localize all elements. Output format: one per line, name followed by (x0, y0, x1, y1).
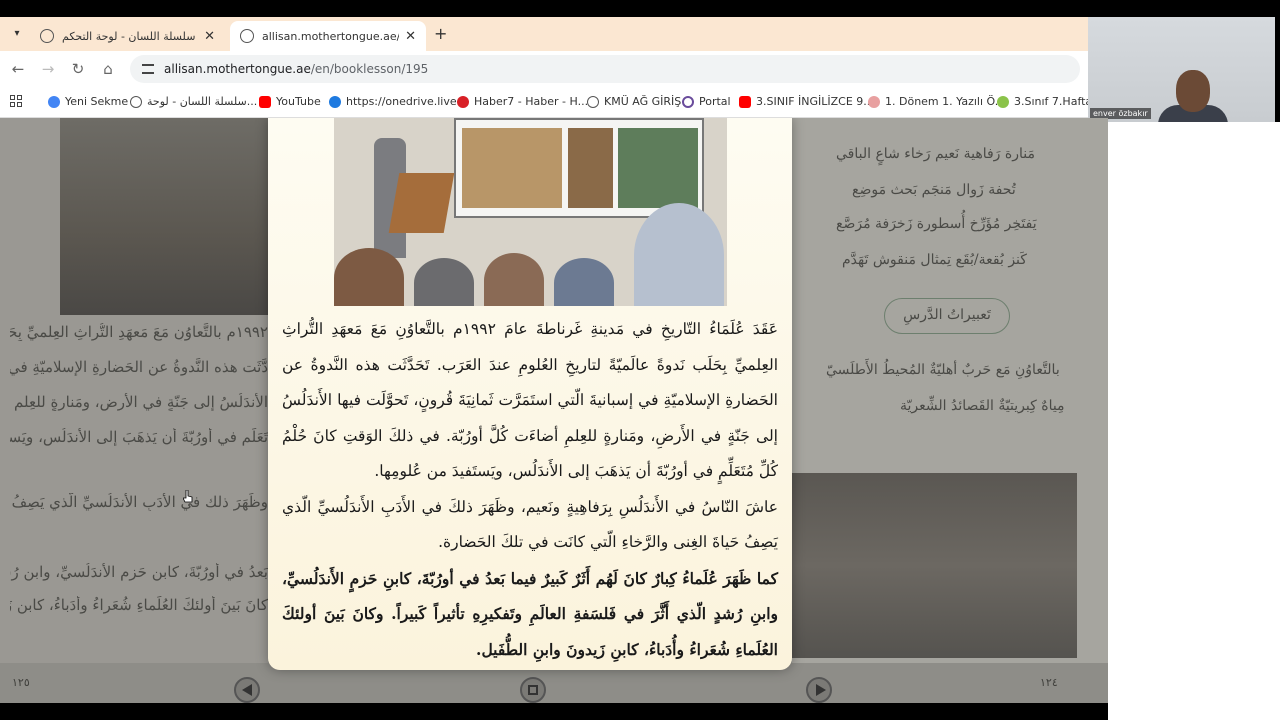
portal-icon (682, 95, 694, 108)
url-host: allisan.mothertongue.ae (164, 62, 311, 76)
bookmark-label: YouTube (276, 95, 321, 108)
vocab-line: يَفتَخِر مُؤَرِّخ أُسطورة زَخرَفة مُرَصَ… (836, 216, 1037, 232)
left-page-line: دَّثَت هذه النَّدوةُ عن الحَضارةِ الإسلا… (10, 358, 268, 376)
bookmark-onedrive[interactable]: https://onedrive.live... (329, 95, 467, 108)
side-blank-area (1108, 122, 1280, 720)
bookmarks-bar: Yeni Sekme سلسلة اللسان - لوحة... YouTub… (0, 87, 1110, 118)
globe-icon (130, 95, 142, 108)
bookmark-label: Yeni Sekme (65, 95, 129, 108)
left-page-line: وظَهَرَ ذلك في الأَدَبِ الأَندَلُسيِّ ال… (10, 493, 268, 511)
bookmark-label: Haber7 - Haber - H... (474, 95, 589, 108)
presenter-head (1176, 70, 1210, 112)
site-info-icon[interactable] (142, 64, 154, 74)
lesson-paragraph: كما ظَهَرَ عُلَماءُ كِبارٌ كانَ لَهُم أَ… (282, 568, 778, 659)
webcam-overlay: enver özbakır (1088, 17, 1275, 122)
google-icon (48, 95, 60, 108)
haber7-icon (457, 95, 469, 108)
lesson-paragraph: عاشَ النّاسُ في الأَندَلُسِ بِرَفاهِيةٍ … (282, 497, 778, 552)
url-path: /en/booklesson/195 (310, 62, 429, 76)
address-bar[interactable]: allisan.mothertongue.ae/en/booklesson/19… (130, 55, 1080, 83)
tab-booklesson[interactable]: allisan.mothertongue.ae/en/bo ✕ (230, 21, 426, 51)
left-page-line: الأَندَلُسُ إلى جَنّةٍ في الأَرضِ، ومَنا… (10, 393, 268, 411)
tab-dashboard[interactable]: سلسلة اللسان - لوحة التحكم ✕ (30, 21, 225, 51)
bookmark-haber7[interactable]: Haber7 - Haber - H... (457, 95, 588, 108)
book-viewer: ١٩٩٢م بالتَّعاوُنِ مَعَ مَعهَدِ التُّراث… (0, 118, 1108, 703)
vocab-line: تُحفة زَوال مَنجَم بَحث مَوضِع (852, 182, 1016, 198)
forward-icon[interactable]: → (38, 59, 58, 79)
arrow-left-icon (242, 684, 252, 696)
onedrive-icon (329, 95, 341, 108)
bookmark-label: 3.SINIF İNGİLİZCE 9.... (756, 95, 878, 108)
youtube-icon (739, 95, 751, 108)
lesson-page-zoomed: عَقَدَ عُلَمَاءُ التّاريخِ في مَدينةِ غَ… (268, 118, 792, 670)
lecture-illustration (334, 118, 727, 306)
bookmark-portal[interactable]: Portal (682, 95, 731, 108)
bookmark-label: سلسلة اللسان - لوحة... (147, 95, 258, 108)
globe-icon (40, 29, 54, 43)
reload-icon[interactable]: ↻ (68, 59, 88, 79)
expression-line: بالتَّعاوُنِ مَع حَربٌ أهليّةٌ المُحيطُ … (826, 362, 1060, 378)
bookmark-label: 1. Dönem 1. Yazılı Ö... (885, 95, 1006, 108)
apps-icon[interactable] (10, 95, 22, 107)
right-page-number: ١٢٤ (1040, 676, 1058, 689)
pointer-cursor-icon (183, 490, 193, 503)
bookmark-kmu[interactable]: KMÜ AĞ GİRİŞ (587, 95, 681, 108)
bookmark-ingilizce[interactable]: 3.SINIF İNGİLİZCE 9.... (739, 95, 877, 108)
bookmark-yeni-sekme[interactable]: Yeni Sekme (48, 95, 128, 108)
expressions-heading: تَعبيراتُ الدَّرسِ (884, 298, 1010, 334)
tab-title: allisan.mothertongue.ae/en/bo (262, 29, 399, 43)
left-page-number: ١٢٥ (12, 676, 30, 689)
site-icon (868, 95, 880, 108)
bookmark-youtube[interactable]: YouTube (259, 95, 321, 108)
bookmark-donem[interactable]: 1. Dönem 1. Yazılı Ö... (868, 95, 1005, 108)
tab-title: سلسلة اللسان - لوحة التحكم (62, 29, 196, 43)
bookmark-label: Portal (699, 95, 731, 108)
expression-line: مِياهٌ كِبريتيّةٌ القَصائدُ الشِّعريّة (900, 398, 1065, 414)
prev-page-button[interactable] (234, 677, 260, 703)
left-page-line: كانَ بَينَ أولئكَ العُلَماءِ شُعَراءُ وأ… (10, 596, 268, 614)
screen-top-bar (0, 0, 1280, 17)
lesson-paragraph: عَقَدَ عُلَمَاءُ التّاريخِ في مَدينةِ غَ… (282, 320, 778, 480)
youtube-icon (259, 95, 271, 108)
tab-strip: ▾ سلسلة اللسان - لوحة التحكم ✕ allisan.m… (0, 17, 1088, 51)
next-page-button[interactable] (806, 677, 832, 703)
bookmark-label: KMÜ AĞ GİRİŞ (604, 95, 682, 108)
street-photo (792, 473, 1077, 658)
left-page-line: تَعَلِّمٍ في أورُبّةَ أن يَذهَبَ إلى الأ… (10, 428, 268, 446)
close-icon[interactable]: ✕ (405, 29, 416, 44)
close-icon[interactable]: ✕ (204, 29, 215, 44)
arrow-right-icon (816, 684, 826, 696)
vocab-line: مَنارة رَفاهية نَعيم رَخاء شاعٍ الباقي (836, 146, 1035, 162)
home-icon[interactable]: ⌂ (98, 59, 118, 79)
bookmark-label: https://onedrive.live... (346, 95, 468, 108)
home-icon (528, 685, 538, 695)
site-icon (997, 95, 1009, 108)
projection-screen (454, 118, 704, 218)
home-page-button[interactable] (520, 677, 546, 703)
left-page-line: بَعدُ في أورُبّةَ، كابنِ حَزمٍ الأَندَلُ… (10, 563, 268, 581)
vocab-line: كَنز بُقعة/بُقَع تِمثال مَنقوش تَهَدَّم (842, 252, 1027, 268)
globe-icon (587, 95, 599, 108)
browser-chrome: ▾ سلسلة اللسان - لوحة التحكم ✕ allisan.m… (0, 17, 1110, 118)
left-page-illustration (60, 118, 268, 315)
bookmark-dashboard[interactable]: سلسلة اللسان - لوحة... (130, 95, 257, 108)
new-tab-icon[interactable]: + (434, 24, 447, 43)
left-page-line: ١٩٩٢م بالتَّعاوُنِ مَعَ مَعهَدِ التُّراث… (10, 323, 268, 341)
globe-icon (240, 29, 254, 43)
podium (388, 173, 455, 233)
nav-bar: ← → ↻ ⌂ allisan.mothertongue.ae/en/bookl… (0, 51, 1088, 87)
lesson-text: عَقَدَ عُلَمَاءُ التّاريخِ في مَدينةِ غَ… (282, 312, 778, 667)
tab-search-icon[interactable]: ▾ (8, 25, 26, 43)
back-icon[interactable]: ← (8, 59, 28, 79)
